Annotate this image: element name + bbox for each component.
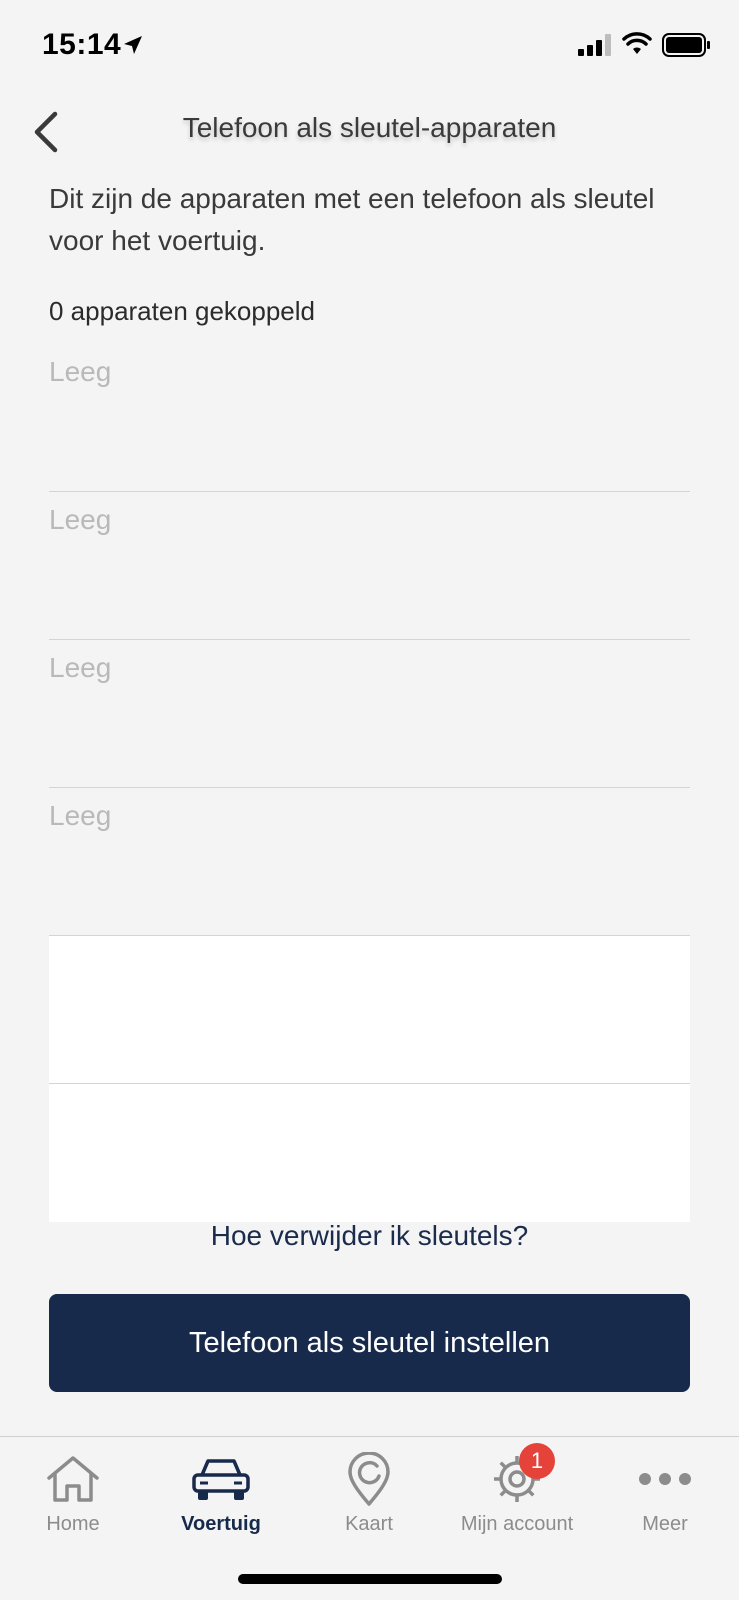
device-slot-list: Leeg Leeg Leeg Leeg [49,344,690,1222]
tab-meer[interactable]: Meer [595,1437,735,1547]
tab-mijn-account[interactable]: 1 Mijn account [447,1437,587,1547]
tab-label: Kaart [345,1513,393,1535]
battery-icon [662,33,710,57]
home-indicator [238,1574,502,1584]
tab-kaart[interactable]: Kaart [299,1437,439,1547]
status-bar: 15:14 [0,0,739,92]
device-slot: Leeg [49,788,690,936]
device-slot: Leeg [49,640,690,788]
tab-label: Home [46,1513,100,1535]
description-text: Dit zijn de apparaten met een telefoon a… [49,183,655,256]
device-slot: Leeg [49,344,690,492]
signal-icon [578,34,611,56]
tab-label: Meer [642,1513,688,1535]
device-slot-label: Leeg [49,652,112,683]
notification-badge: 1 [519,1443,555,1479]
device-slot-label: Leeg [49,504,112,535]
empty-row [49,936,690,1084]
remove-keys-help-link[interactable]: Hoe verwijder ik sleutels? [0,1220,739,1252]
device-slot-label: Leeg [49,800,112,831]
setup-phone-as-key-button[interactable]: Telefoon als sleutel instellen [49,1294,690,1392]
location-arrow-icon [124,36,142,54]
status-time: 15:14 [42,28,122,61]
empty-row [49,1084,690,1222]
tab-voertuig[interactable]: Voertuig [151,1437,291,1547]
tab-label: Voertuig [181,1513,261,1535]
more-icon [639,1473,691,1485]
paired-devices-count: 0 apparaten gekoppeld [49,296,316,326]
page-title: Telefoon als sleutel-apparaten [182,112,557,143]
tab-label: Mijn account [460,1513,574,1535]
map-pin-icon [348,1452,390,1506]
wifi-icon [622,32,652,54]
device-slot-label: Leeg [49,356,112,387]
car-icon [192,1459,250,1500]
tab-home[interactable]: Home [3,1437,143,1547]
device-slot: Leeg [49,492,690,640]
screen: 15:14 Telefoon als sleutel-apparaten Dit… [0,0,739,1600]
home-icon [47,1456,99,1502]
